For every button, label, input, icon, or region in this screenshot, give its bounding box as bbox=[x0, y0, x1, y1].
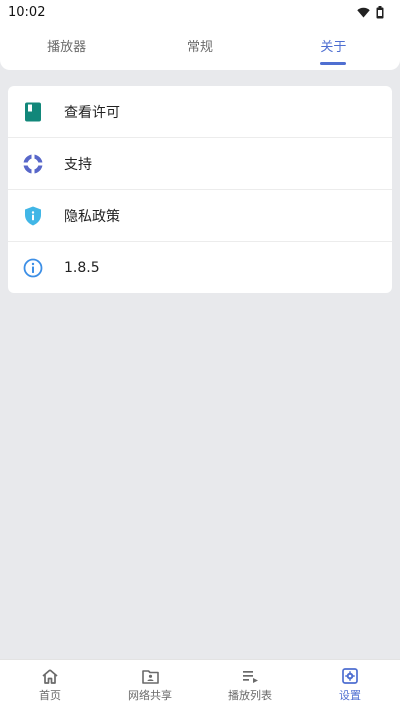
nav-label: 首页 bbox=[39, 688, 61, 702]
settings-icon bbox=[342, 668, 358, 684]
active-tab-indicator bbox=[320, 62, 347, 65]
list-item-label: 支持 bbox=[64, 157, 92, 173]
nav-home[interactable]: 首页 bbox=[0, 660, 100, 711]
tab-label: 关于 bbox=[320, 39, 347, 55]
bottom-navigation: 首页 网络共享 播放列表 设置 bbox=[0, 659, 400, 711]
about-card: 查看许可 支持 隐私政策 1.8.5 bbox=[8, 86, 392, 293]
settings-tabs: 播放器 常规 关于 bbox=[0, 24, 400, 68]
status-icons bbox=[357, 5, 384, 19]
info-icon bbox=[22, 257, 44, 279]
nav-playlist[interactable]: 播放列表 bbox=[200, 660, 300, 711]
battery-icon bbox=[376, 5, 384, 18]
network-share-icon bbox=[141, 669, 159, 684]
top-panel: 10:02 播放器 常规 关于 bbox=[0, 0, 400, 70]
privacy-shield-icon bbox=[22, 205, 44, 227]
lifebuoy-icon bbox=[22, 153, 44, 175]
tab-player[interactable]: 播放器 bbox=[0, 24, 133, 68]
nav-label: 网络共享 bbox=[128, 688, 172, 702]
list-item-label: 查看许可 bbox=[64, 105, 120, 121]
tab-label: 播放器 bbox=[47, 39, 87, 55]
list-item-version[interactable]: 1.8.5 bbox=[8, 242, 392, 293]
license-book-icon bbox=[22, 101, 44, 123]
playlist-icon bbox=[242, 670, 258, 683]
nav-settings[interactable]: 设置 bbox=[300, 660, 400, 711]
tab-label: 常规 bbox=[186, 39, 213, 55]
version-text: 1.8.5 bbox=[64, 260, 100, 276]
list-item-privacy-policy[interactable]: 隐私政策 bbox=[8, 190, 392, 242]
tab-about[interactable]: 关于 bbox=[267, 24, 400, 68]
status-bar: 10:02 bbox=[0, 0, 400, 24]
status-time: 10:02 bbox=[8, 4, 46, 20]
list-item-support[interactable]: 支持 bbox=[8, 138, 392, 190]
tab-general[interactable]: 常规 bbox=[133, 24, 266, 68]
list-item-label: 隐私政策 bbox=[64, 209, 120, 225]
nav-label: 播放列表 bbox=[228, 688, 272, 702]
home-icon bbox=[42, 668, 58, 684]
wifi-icon bbox=[357, 7, 370, 17]
nav-label: 设置 bbox=[339, 689, 361, 702]
nav-network-share[interactable]: 网络共享 bbox=[100, 660, 200, 711]
list-item-view-license[interactable]: 查看许可 bbox=[8, 86, 392, 138]
